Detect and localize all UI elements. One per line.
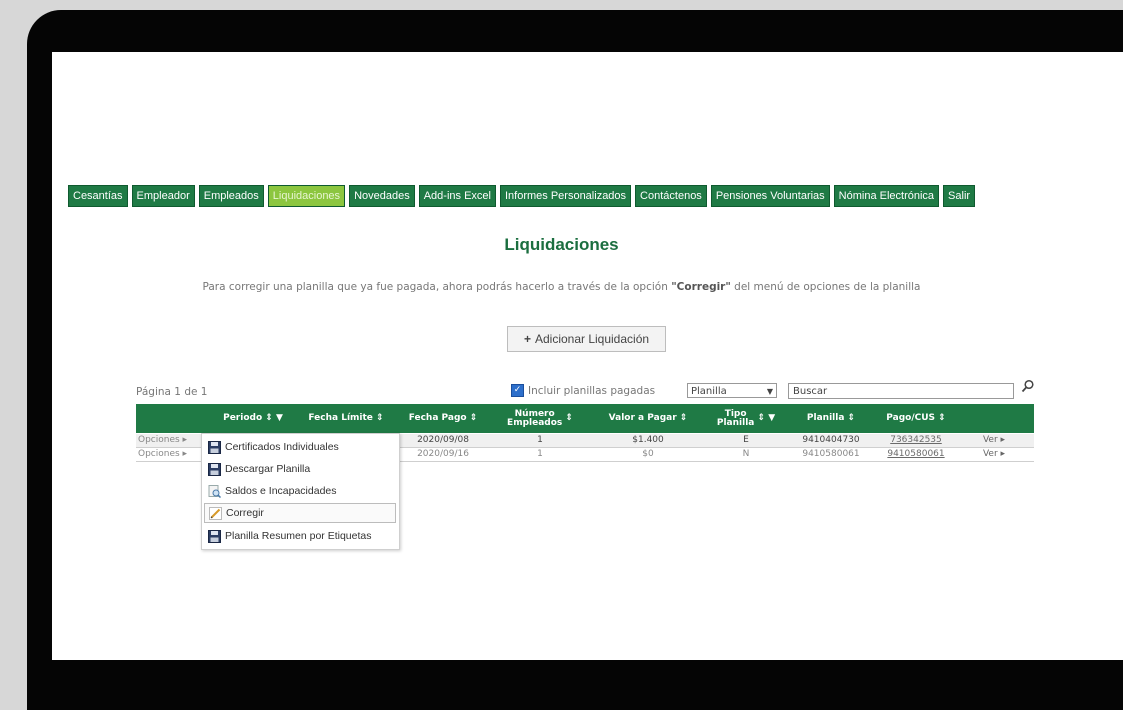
- cell-fecha-pago: 2020/09/08: [417, 435, 469, 445]
- include-paid-filter: ✓ Incluir planillas pagadas: [511, 384, 655, 397]
- note-text-post: del menú de opciones de la planilla: [730, 281, 921, 293]
- cell-empleados: 1: [537, 435, 543, 445]
- nav-contactenos[interactable]: Contáctenos: [635, 185, 707, 207]
- nav-informes-personalizados[interactable]: Informes Personalizados: [499, 185, 632, 207]
- row-options-button[interactable]: Opciones ▸: [138, 448, 202, 461]
- note-text-bold: "Corregir": [671, 281, 731, 293]
- options-dropdown-menu: Certificados Individuales Descargar Plan…: [201, 433, 400, 550]
- menu-item-corregir[interactable]: Corregir: [204, 503, 396, 523]
- col-numero-line2: Empleados: [507, 417, 563, 428]
- filter-select[interactable]: Planilla ▼: [687, 383, 777, 398]
- cell-pago-link[interactable]: 9410580061: [873, 448, 959, 461]
- menu-item-certificados[interactable]: Certificados Individuales: [204, 437, 396, 457]
- table-header: Periodo ⇕ ▼ Fecha Límite ⇕ Fecha Pago ⇕ …: [136, 404, 1034, 433]
- plus-icon: +: [523, 332, 531, 346]
- cell-tipo: E: [743, 435, 749, 445]
- sort-icon: ⇕: [565, 413, 573, 423]
- cell-planilla: 9410404730: [802, 435, 860, 445]
- nav-liquidaciones[interactable]: Liquidaciones: [267, 185, 346, 207]
- nav-empleador[interactable]: Empleador: [131, 185, 195, 207]
- pencil-icon: [209, 506, 222, 520]
- cell-empleados: 1: [537, 449, 543, 459]
- nav-addins-excel[interactable]: Add-ins Excel: [418, 185, 496, 207]
- nav-novedades[interactable]: Novedades: [349, 185, 415, 207]
- search-placeholder: Buscar: [793, 386, 828, 397]
- nav-pensiones-voluntarias[interactable]: Pensiones Voluntarias: [710, 185, 830, 207]
- menu-label: Planilla Resumen por Etiquetas: [225, 530, 372, 542]
- cell-valor: $0: [642, 449, 654, 459]
- nav-empleados[interactable]: Empleados: [198, 185, 264, 207]
- col-periodo[interactable]: Periodo ⇕ ▼: [210, 404, 296, 433]
- cell-planilla: 9410580061: [802, 449, 860, 459]
- col-tipo-line2: Planilla: [716, 417, 755, 428]
- include-paid-label: Incluir planillas pagadas: [528, 384, 656, 397]
- chevron-down-icon: ▼: [766, 387, 773, 396]
- menu-label: Corregir: [226, 507, 264, 519]
- pagination-info: Página 1 de 1: [136, 386, 208, 398]
- menu-label: Saldos e Incapacidades: [225, 485, 337, 497]
- nav-nomina-electronica[interactable]: Nómina Electrónica: [833, 185, 940, 207]
- floppy-icon: [208, 529, 221, 543]
- info-note: Para corregir una planilla que ya fue pa…: [0, 281, 1123, 293]
- floppy-icon: [208, 462, 221, 476]
- col-numero-empleados[interactable]: Número Empleados ⇕: [492, 404, 588, 433]
- sort-filter-icon: ⇕ ▼: [757, 413, 776, 423]
- note-text-pre: Para corregir una planilla que ya fue pa…: [202, 281, 672, 293]
- include-paid-checkbox[interactable]: ✓: [511, 384, 524, 397]
- cell-tipo: N: [742, 449, 750, 459]
- filter-select-value: Planilla: [691, 386, 727, 397]
- col-fecha-limite[interactable]: Fecha Límite ⇕: [298, 404, 394, 433]
- col-planilla[interactable]: Planilla ⇕: [791, 404, 871, 433]
- nav-salir[interactable]: Salir: [943, 185, 976, 207]
- col-fecha-pago[interactable]: Fecha Pago ⇕: [398, 404, 488, 433]
- menu-label: Certificados Individuales: [225, 441, 339, 453]
- cell-fecha-pago: 2020/09/16: [417, 449, 469, 459]
- floppy-icon: [208, 440, 221, 454]
- add-liquidacion-button[interactable]: + Adicionar Liquidación: [507, 326, 666, 352]
- menu-item-descargar-planilla[interactable]: Descargar Planilla: [204, 459, 396, 479]
- row-options-button[interactable]: Opciones ▸: [138, 434, 202, 447]
- search-icon[interactable]: [1021, 379, 1035, 393]
- main-nav: Cesantías Empleador Empleados Liquidacio…: [68, 185, 976, 207]
- page-title: Liquidaciones: [504, 235, 619, 254]
- cell-valor: $1.400: [632, 435, 664, 445]
- menu-label: Descargar Planilla: [225, 463, 311, 475]
- magnifier-document-icon: [208, 484, 221, 498]
- cell-pago-link[interactable]: 736342535: [873, 434, 959, 447]
- add-button-label: Adicionar Liquidación: [534, 332, 650, 346]
- search-input[interactable]: Buscar: [788, 383, 1014, 399]
- col-valor-pagar[interactable]: Valor a Pagar ⇕: [594, 404, 702, 433]
- menu-item-planilla-resumen[interactable]: Planilla Resumen por Etiquetas: [204, 526, 396, 546]
- row-view-button[interactable]: Ver ▸: [964, 448, 1024, 461]
- col-tipo-planilla[interactable]: Tipo Planilla ⇕ ▼: [704, 404, 788, 433]
- screen: [52, 52, 1123, 660]
- col-pago-cus[interactable]: Pago/CUS ⇕: [873, 404, 959, 433]
- menu-item-saldos[interactable]: Saldos e Incapacidades: [204, 481, 396, 501]
- nav-cesantias[interactable]: Cesantías: [68, 185, 128, 207]
- row-view-button[interactable]: Ver ▸: [964, 434, 1024, 447]
